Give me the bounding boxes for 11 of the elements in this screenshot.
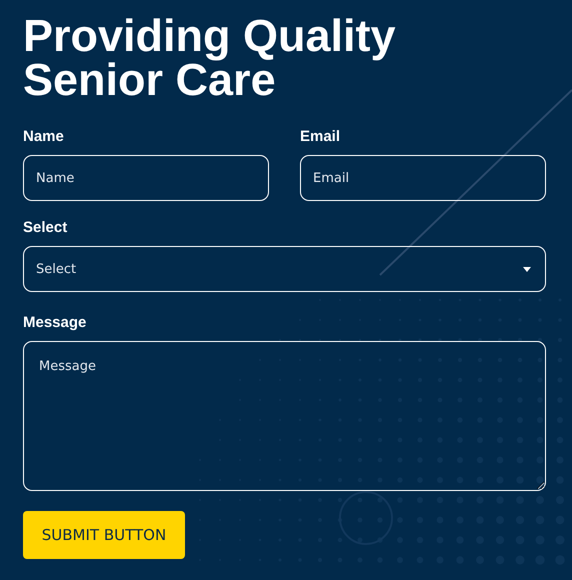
page-heading: Providing Quality Senior Care xyxy=(23,14,397,102)
submit-button[interactable]: SUBMIT BUTTON xyxy=(23,511,185,559)
field-label: Email xyxy=(300,128,342,146)
caret-icon xyxy=(523,266,531,272)
field-label: Message xyxy=(23,314,88,332)
input-field[interactable]: Name xyxy=(23,155,269,201)
input-field[interactable]: Email xyxy=(300,155,546,201)
message-field[interactable]: Message xyxy=(23,341,546,491)
field-label: Select xyxy=(23,219,68,237)
select-field[interactable]: Select xyxy=(23,246,546,292)
field-label: Name xyxy=(23,128,65,146)
